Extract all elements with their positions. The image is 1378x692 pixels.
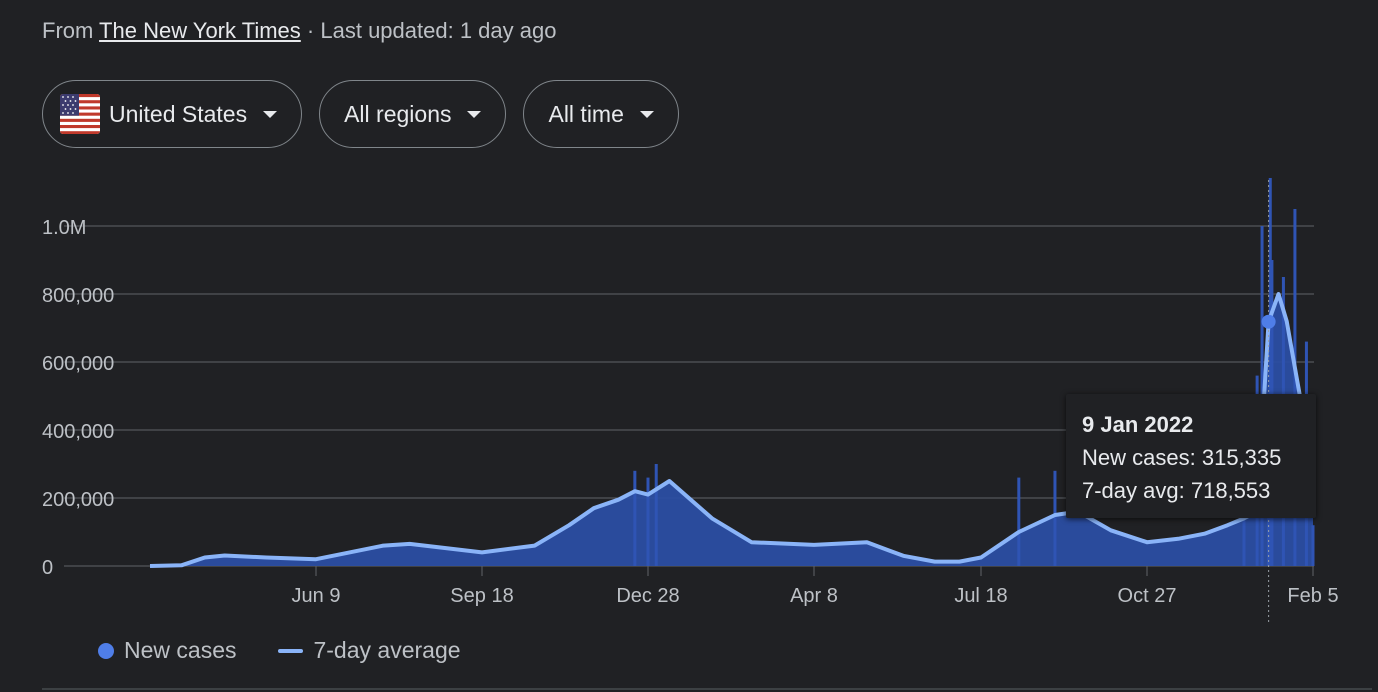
y-tick-label: 600,000 <box>42 353 114 375</box>
tooltip-avg-value: 718,553 <box>1190 478 1271 503</box>
new-cases-bar <box>1053 470 1057 566</box>
x-tick-label: Jun 9 <box>292 585 341 607</box>
legend-avg[interactable]: 7-day average <box>278 637 461 664</box>
tooltip-new-cases: New cases: 315,335 <box>1082 441 1300 474</box>
x-tick-label: Jul 18 <box>954 585 1007 607</box>
x-tick-label: Oct 27 <box>1118 585 1177 607</box>
x-tick-label: Dec 28 <box>616 585 679 607</box>
legend-new-cases-label: New cases <box>124 637 237 663</box>
legend-dot-icon <box>98 642 114 659</box>
new-cases-bar <box>1311 525 1315 566</box>
new-cases-bar <box>646 477 650 566</box>
chart-tooltip: 9 Jan 2022 New cases: 315,335 7-day avg:… <box>1066 394 1316 518</box>
y-tick-label: 800,000 <box>42 285 114 307</box>
tooltip-new-cases-label: New cases: <box>1082 445 1196 470</box>
chart-legend: New cases 7-day average <box>98 637 503 664</box>
y-tick-label: 0 <box>42 557 53 579</box>
new-cases-bar <box>1017 477 1021 566</box>
tooltip-date: 9 Jan 2022 <box>1082 412 1194 437</box>
y-tick-label: 1.0M <box>42 217 86 239</box>
x-tick-label: Sep 18 <box>450 585 513 607</box>
tooltip-avg: 7-day avg: 718,553 <box>1082 474 1300 507</box>
new-cases-bar <box>633 470 637 566</box>
highlight-point <box>1261 314 1276 329</box>
legend-line-icon <box>278 648 304 653</box>
new-cases-bar <box>654 464 658 566</box>
y-tick-label: 400,000 <box>42 421 114 443</box>
tooltip-avg-label: 7-day avg: <box>1082 478 1185 503</box>
x-tick-label: Apr 8 <box>790 585 838 607</box>
y-tick-label: 200,000 <box>42 489 114 511</box>
legend-new-cases[interactable]: New cases <box>98 637 236 664</box>
bottom-divider <box>42 688 1372 690</box>
cases-chart[interactable]: 0 200,000 400,000 600,000 800,000 1.0M Jun 9 Se… <box>0 0 1378 692</box>
tooltip-new-cases-value: 315,335 <box>1201 445 1282 470</box>
legend-avg-label: 7-day average <box>313 637 461 663</box>
x-tick-label: Feb 5 <box>1287 585 1338 607</box>
